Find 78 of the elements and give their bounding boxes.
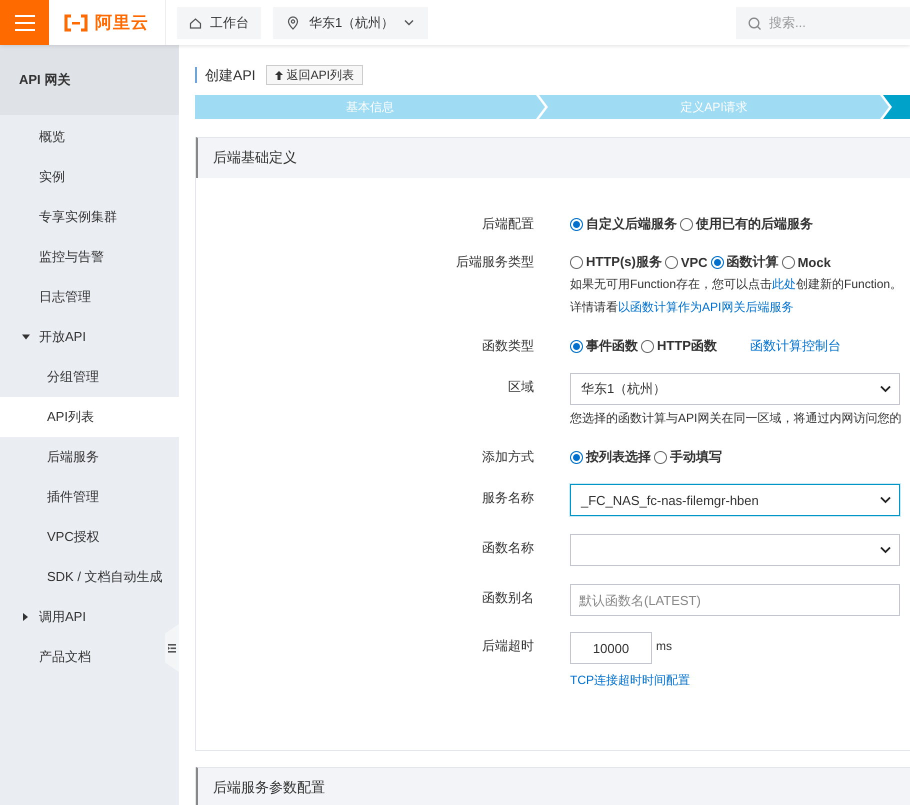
radio-label[interactable]: Mock (798, 254, 831, 270)
upload-arrow-icon (274, 70, 283, 80)
radio-label[interactable]: VPC (680, 254, 708, 270)
chevron-down-icon (880, 546, 891, 554)
home-icon (189, 16, 202, 28)
console-link[interactable]: 函数计算控制台 (750, 337, 841, 355)
radio-button[interactable] (664, 256, 678, 268)
radio-label[interactable]: 使用已有的后端服务 (696, 215, 813, 233)
select-field[interactable]: _FC_NAS_fc-nas-filemgr-hben (570, 484, 900, 516)
radio-label[interactable]: 事件函数 (586, 337, 638, 355)
alias-input[interactable]: 默认函数名(LATEST) (570, 584, 900, 616)
chevron-down-icon (404, 19, 414, 26)
help-link[interactable]: 此处 (772, 277, 796, 291)
help-text: 如果无可用Function存在，您可以点击此处创建新的Function。 (570, 276, 902, 293)
back-button[interactable]: 返回API列表 (266, 65, 363, 85)
radio-button[interactable] (570, 450, 583, 464)
sidebar-item[interactable]: 后端服务 (0, 437, 165, 477)
help-link[interactable]: 以函数计算作为API网关后端服务 (618, 300, 794, 314)
sidebar-item[interactable]: SDK / 文档自动生成 (0, 557, 165, 597)
sidebar-item[interactable]: 专享实例集群 (0, 197, 165, 237)
radio-label[interactable]: 函数计算 (726, 253, 779, 271)
help-text: 详情请看以函数计算作为API网关后端服务 (570, 299, 794, 316)
timeout-input[interactable]: 10000 (570, 632, 652, 664)
sidebar-item[interactable]: 概览 (0, 117, 165, 157)
field-label: 函数名称 (481, 539, 534, 557)
sidebar-title: API 网关 (0, 45, 179, 115)
field-label: 函数类型 (481, 337, 534, 355)
section-header: 后端基础定义 (196, 137, 910, 178)
unit-label: ms (656, 638, 672, 655)
radio-label[interactable]: HTTP函数 (657, 337, 717, 355)
list-collapse-icon (168, 644, 176, 652)
radio-label[interactable]: HTTP(s)服务 (586, 253, 662, 271)
field-label: 服务名称 (481, 489, 534, 507)
radio-button[interactable] (570, 256, 583, 268)
workbench-button[interactable]: 工作台 (177, 6, 261, 38)
radio-label[interactable]: 按列表选择 (586, 448, 651, 466)
menu-icon (14, 14, 34, 32)
select-field[interactable]: 华东1（杭州） (570, 373, 900, 405)
field-label: 后端配置 (481, 215, 534, 233)
menu-button[interactable] (0, 0, 49, 45)
help-text: 您选择的函数计算与API网关在同一区域，将通过内网访问您的 (570, 410, 902, 427)
sidebar-item[interactable]: 插件管理 (0, 477, 165, 517)
field-label: 后端超时 (481, 637, 534, 655)
caret-down-icon (22, 334, 30, 340)
sidebar-item[interactable]: 开放API (0, 317, 165, 357)
radio-button[interactable] (654, 450, 667, 464)
sidebar-item[interactable]: 分组管理 (0, 357, 165, 397)
chevron-down-icon (880, 496, 891, 504)
search-field[interactable]: 搜索... (736, 6, 910, 38)
chevron-down-icon (880, 385, 891, 393)
caret-right-icon (22, 613, 29, 621)
location-pin-icon (287, 16, 299, 30)
logo-icon (63, 12, 89, 32)
select-field[interactable] (570, 534, 900, 566)
radio-button[interactable] (570, 340, 583, 352)
search-icon (748, 16, 761, 30)
field-label: 后端服务类型 (455, 253, 534, 271)
sidebar-item[interactable]: 实例 (0, 157, 165, 197)
timeout-config-link[interactable]: TCP连接超时时间配置 (570, 670, 690, 690)
sidebar-item[interactable]: API列表 (0, 397, 165, 437)
radio-button[interactable] (641, 340, 654, 352)
field-label: 区域 (507, 378, 534, 396)
radio-label[interactable]: 自定义后端服务 (586, 215, 677, 233)
sidebar-item[interactable]: VPC授权 (0, 517, 165, 557)
page-title: 创建API (195, 67, 256, 83)
sidebar-item[interactable]: 调用API (0, 597, 165, 637)
field-label: 函数别名 (481, 589, 534, 607)
radio-button[interactable] (680, 218, 693, 230)
radio-button[interactable] (782, 256, 795, 268)
radio-label[interactable]: 手动填写 (670, 448, 722, 466)
sidebar-item[interactable]: 监控与告警 (0, 237, 165, 277)
region-dropdown[interactable]: 华东1（杭州） (273, 6, 428, 38)
field-label: 添加方式 (481, 448, 534, 466)
section-header: 后端服务参数配置 (196, 767, 910, 805)
sidebar-item[interactable]: 日志管理 (0, 277, 165, 317)
sidebar-item[interactable]: 产品文档 (0, 637, 165, 677)
radio-button[interactable] (710, 256, 724, 268)
radio-button[interactable] (570, 218, 583, 230)
